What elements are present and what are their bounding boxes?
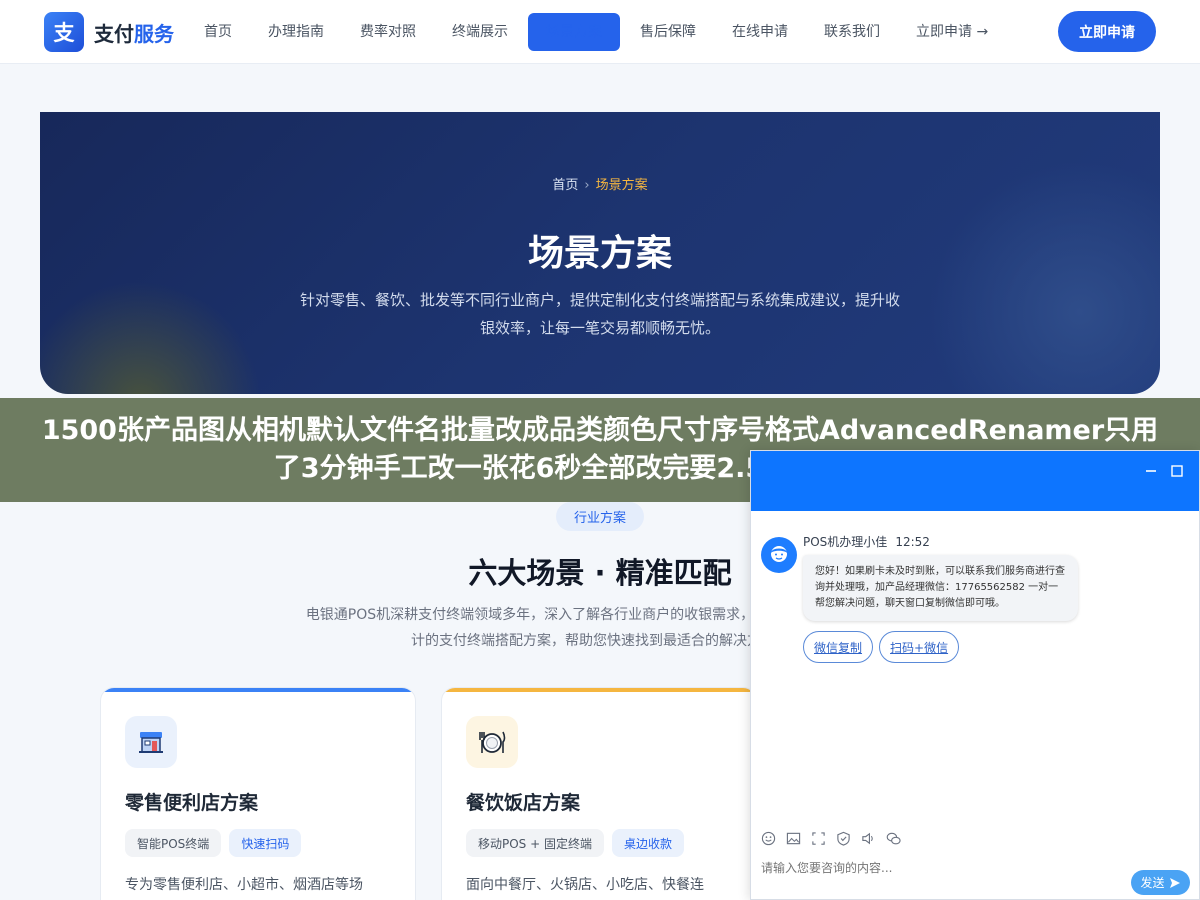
breadcrumb-home[interactable]: 首页 (552, 178, 578, 193)
rating-icon[interactable] (836, 831, 851, 846)
voice-icon[interactable] (861, 831, 876, 846)
card-chips: 移动POS + 固定终端 桌边收款 (466, 829, 684, 857)
logo-accent: 服务 (134, 21, 174, 46)
logo-main: 支付 (94, 21, 134, 46)
apply-now-button[interactable]: 立即申请 (1058, 11, 1156, 52)
screenshot-icon[interactable] (811, 831, 826, 846)
nav-link-contact[interactable]: 联系我们 (806, 13, 898, 51)
scenario-card-retail[interactable]: 零售便利店方案 智能POS终端 快速扫码 专为零售便利店、小超市、烟酒店等场 (100, 687, 416, 900)
card-chips: 智能POS终端 快速扫码 (125, 829, 302, 857)
breadcrumb-current: 场景方案 (595, 178, 648, 193)
minimize-icon[interactable] (1145, 465, 1157, 477)
nav-link-rates[interactable]: 费率对照 (342, 13, 434, 51)
nav-link-terminals[interactable]: 终端展示 (434, 13, 526, 51)
logo-mark-icon: 支 (44, 12, 84, 52)
nav-link-guide[interactable]: 办理指南 (250, 13, 342, 51)
card-accent-bar (442, 688, 756, 692)
nav-link-apply-now[interactable]: 立即申请 → (898, 13, 1006, 51)
nav-link-scenarios[interactable]: 场景方案 (528, 13, 620, 51)
card-chip: 移动POS + 固定终端 (466, 829, 604, 857)
nav-link-home[interactable]: 首页 (186, 13, 250, 51)
hero-description: 针对零售、餐饮、批发等不同行业商户，提供定制化支付终端搭配与系统集成建议，提升收… (300, 291, 901, 337)
hero-banner: 首页 › 场景方案 场景方案 针对零售、餐饮、批发等不同行业商户，提供定制化支付终端… (40, 112, 1160, 394)
card-chip: 智能POS终端 (125, 829, 222, 857)
chat-toolbar (761, 831, 901, 846)
dining-icon (466, 716, 518, 768)
nav-link-apply-online[interactable]: 在线申请 (714, 13, 806, 51)
page-title: 场景方案 (527, 233, 672, 274)
nav-link-aftersales[interactable]: 售后保障 (622, 13, 714, 51)
send-icon (1169, 877, 1180, 888)
logo-text: 支付服务 (94, 18, 174, 47)
card-accent-bar (101, 688, 415, 692)
chat-quick-actions: 微信复制 扫码+微信 (803, 631, 960, 663)
breadcrumb: 首页 › 场景方案 (40, 174, 1160, 193)
copy-wechat-button[interactable]: 微信复制 (803, 631, 874, 663)
chat-widget: POS机办理小佳 12:52 您好！如果刷卡未及时到账，可以联系我们服务商进行查询… (750, 450, 1200, 900)
store-icon (125, 716, 177, 768)
scan-wechat-button[interactable]: 扫码+微信 (879, 631, 960, 663)
maximize-icon[interactable] (1171, 465, 1183, 477)
chat-message-input[interactable] (761, 861, 1121, 875)
card-chip: 快速扫码 (229, 829, 302, 857)
agent-avatar-icon (761, 537, 797, 573)
emoji-icon[interactable] (761, 831, 776, 846)
agent-meta: POS机办理小佳 12:52 (803, 533, 930, 550)
breadcrumb-separator: › (584, 178, 590, 193)
agent-message-bubble: 您好！如果刷卡未及时到账，可以联系我们服务商进行查询并处理哦，加产品经理微信：1… (803, 555, 1078, 621)
card-title: 零售便利店方案 (125, 792, 259, 814)
top-navbar: 支 支付服务 首页 办理指南 费率对照 终端展示 场景方案 售后保障 在线申请 … (0, 0, 1200, 64)
brand-logo[interactable]: 支 支付服务 (44, 12, 174, 52)
send-button[interactable]: 发送 (1131, 870, 1190, 895)
nav-links: 首页 办理指南 费率对照 终端展示 场景方案 售后保障 在线申请 联系我们 立即… (186, 12, 1006, 52)
card-description: 面向中餐厅、火锅店、小吃店、快餐连 (466, 877, 704, 893)
section-tag: 行业方案 (556, 502, 644, 531)
image-icon[interactable] (786, 831, 801, 846)
chat-header (751, 451, 1199, 511)
wechat-icon[interactable] (886, 831, 901, 846)
agent-name: POS机办理小佳 (803, 535, 888, 549)
send-button-label: 发送 (1140, 876, 1165, 890)
card-description: 专为零售便利店、小超市、烟酒店等场 (125, 877, 363, 893)
chat-window-controls (1145, 465, 1183, 477)
card-chip: 桌边收款 (611, 829, 684, 857)
scenario-card-dining[interactable]: 餐饮饭店方案 移动POS + 固定终端 桌边收款 面向中餐厅、火锅店、小吃店、快… (441, 687, 757, 900)
card-title: 餐饮饭店方案 (466, 792, 581, 814)
message-time: 12:52 (895, 535, 930, 549)
